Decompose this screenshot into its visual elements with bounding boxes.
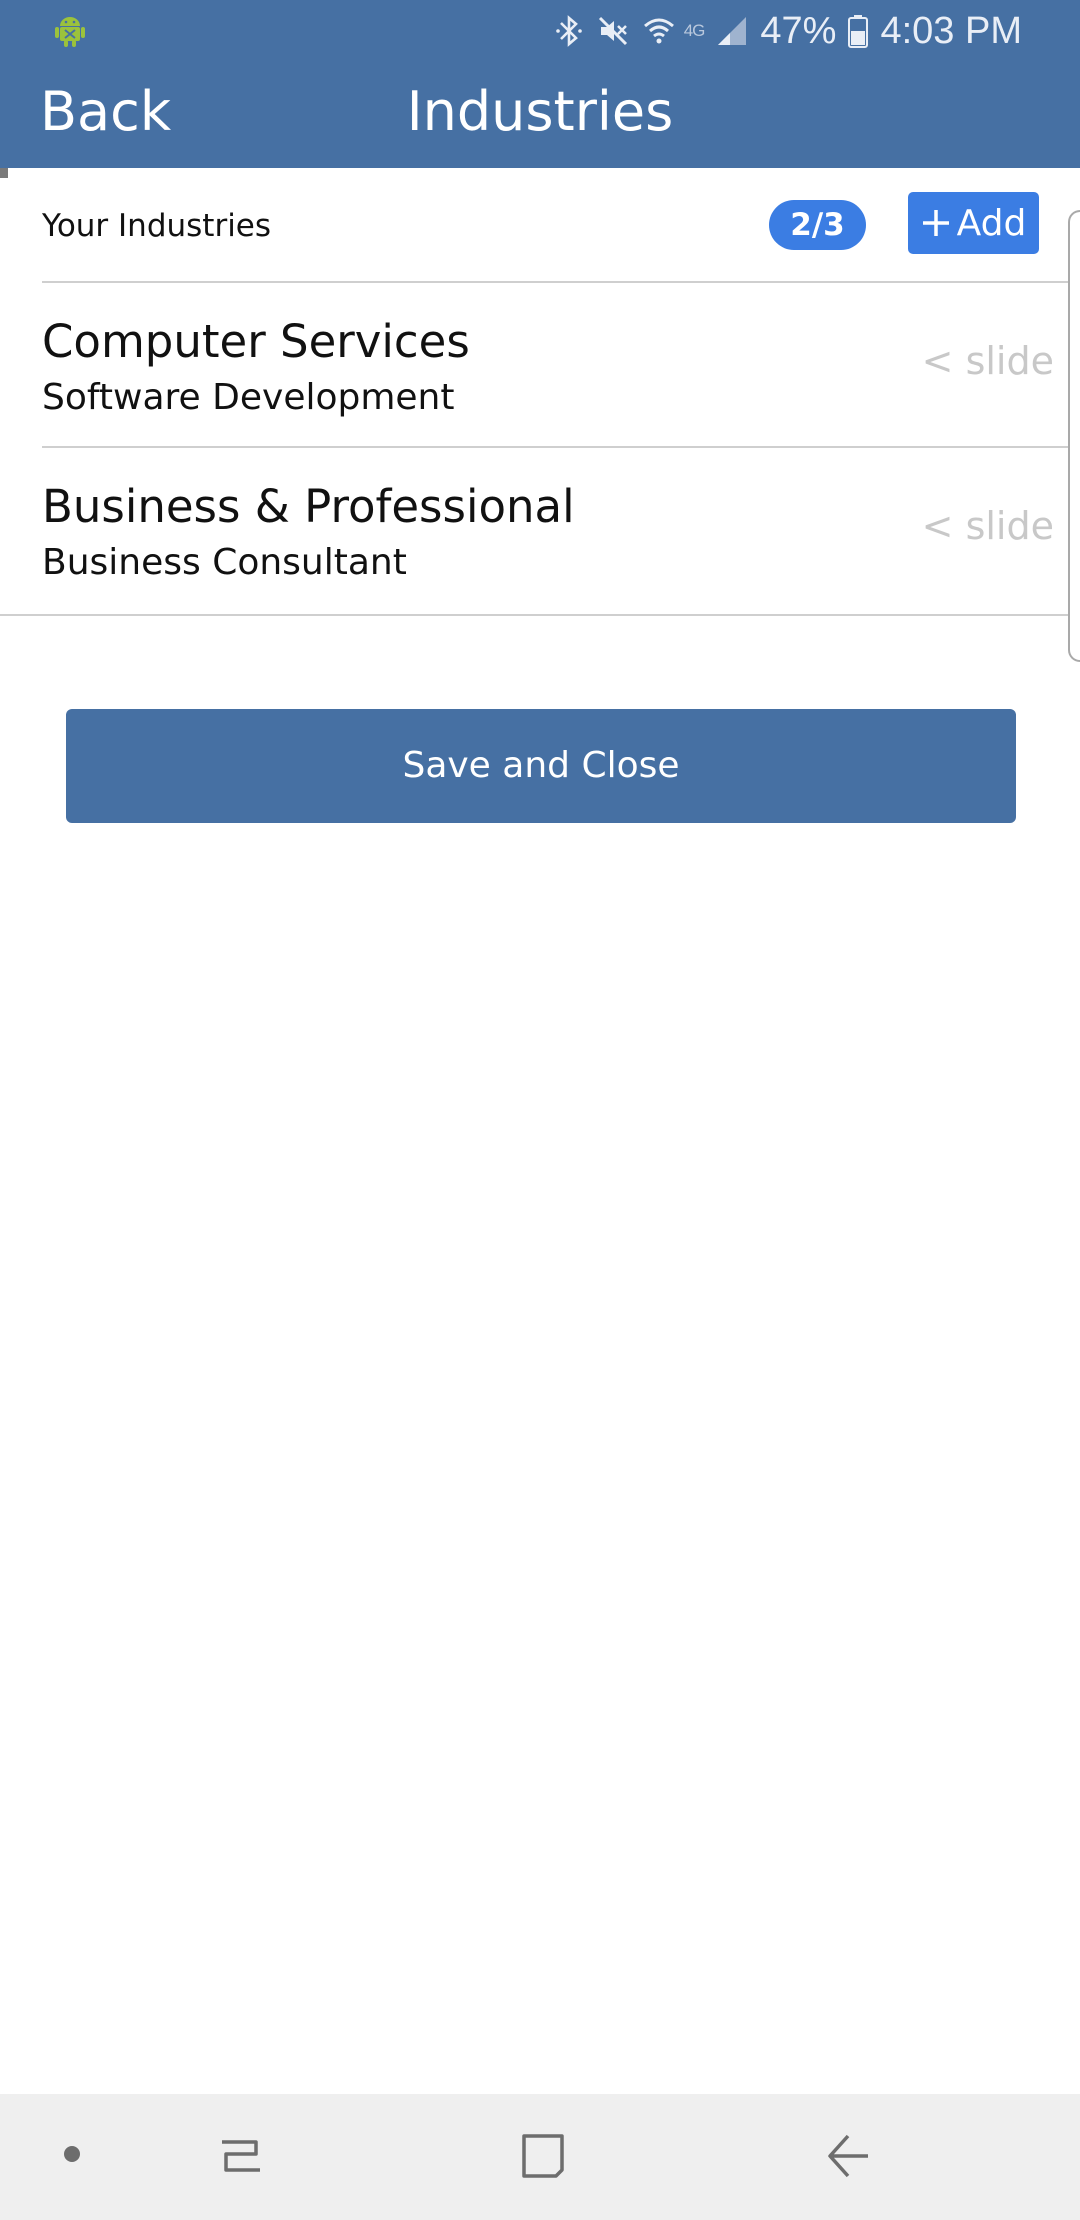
save-and-close-button[interactable]: Save and Close <box>66 709 1016 823</box>
industry-subtitle: Software Development <box>42 377 455 418</box>
industry-title: Business & Professional <box>42 480 575 533</box>
section-title: Your Industries <box>42 208 272 244</box>
edge-panel-handle[interactable] <box>1068 210 1080 662</box>
slide-hint: < slide <box>921 339 1054 383</box>
count-badge: 2/3 <box>769 200 866 250</box>
industry-subtitle: Business Consultant <box>42 542 407 583</box>
add-label: Add <box>956 202 1027 244</box>
network-type: 4G <box>683 21 706 40</box>
app-root: 4G 47% 4:03 PM Back Industries Your Indu… <box>0 0 1080 2220</box>
industry-list-item[interactable]: Business & Professional Business Consult… <box>0 448 1068 612</box>
battery-percent: 47% <box>760 9 837 52</box>
clock: 4:03 PM <box>880 9 1022 52</box>
wifi-icon <box>643 18 674 44</box>
mute-icon <box>598 16 627 46</box>
nav-dot-icon[interactable] <box>64 2146 80 2162</box>
slide-hint: < slide <box>921 504 1054 548</box>
industries-section-header: Your Industries 2/3 Add <box>0 168 1068 282</box>
industry-list-item[interactable]: Computer Services Software Development <… <box>0 283 1068 447</box>
app-header: Back Industries <box>0 62 1080 168</box>
system-nav-bar <box>0 2094 1080 2220</box>
plus-icon <box>922 210 949 236</box>
page-title: Industries <box>406 80 674 143</box>
back-icon[interactable] <box>822 2130 872 2182</box>
recent-apps-icon[interactable] <box>216 2130 266 2182</box>
status-bar: 4G 47% 4:03 PM <box>0 0 1080 62</box>
add-industry-button[interactable]: Add <box>908 192 1039 254</box>
divider <box>0 614 1068 616</box>
industry-title: Computer Services <box>42 315 470 368</box>
home-icon[interactable] <box>518 2130 568 2182</box>
battery-icon <box>848 15 869 48</box>
bluetooth-icon <box>555 15 582 47</box>
status-icons: 4G 47% 4:03 PM <box>554 8 1022 54</box>
signal-icon <box>718 17 747 45</box>
android-debug-icon <box>55 17 85 47</box>
